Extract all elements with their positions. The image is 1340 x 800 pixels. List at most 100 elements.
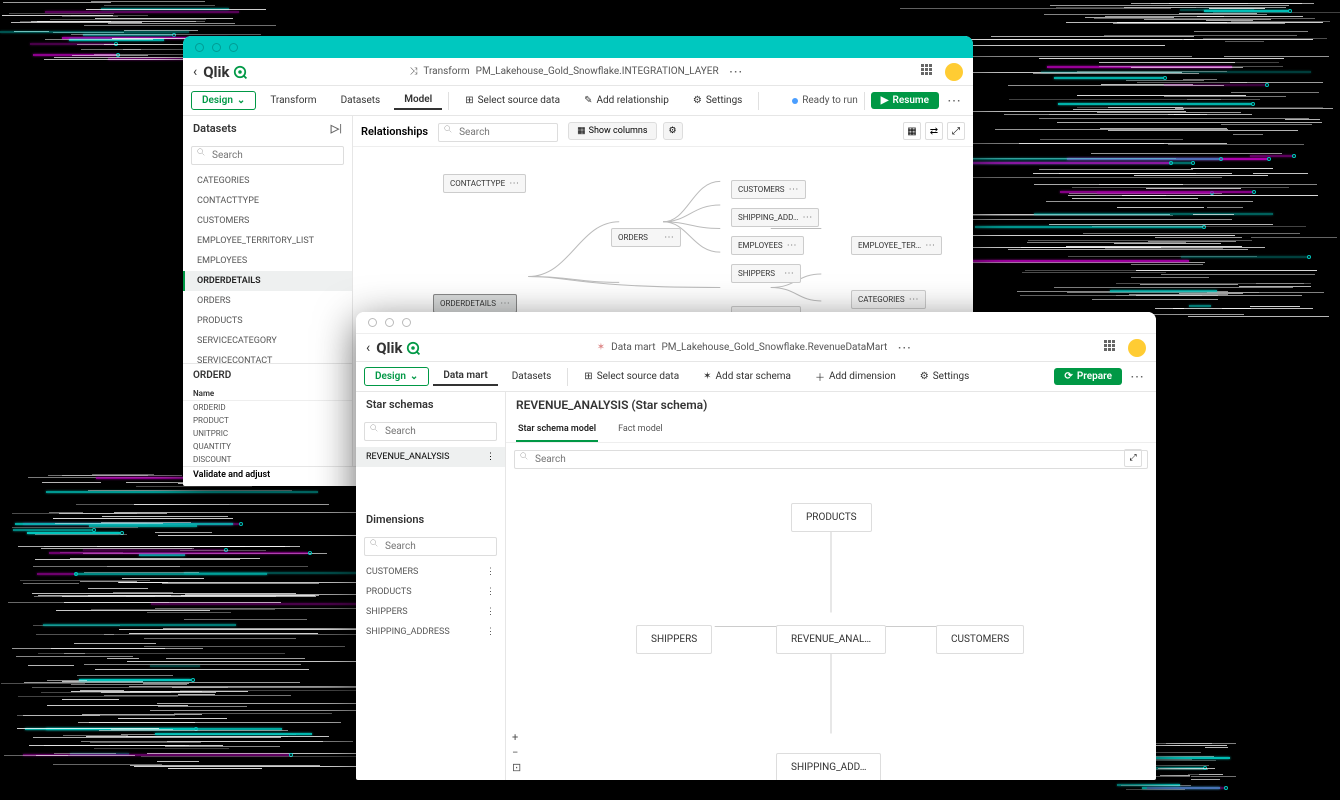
context-type: Transform [423,66,469,77]
tab-datamart[interactable]: Data mart [433,367,497,386]
zoom-fit-icon[interactable]: ⊡ [512,761,521,774]
window-controls[interactable] [195,43,238,52]
more-icon[interactable]: ⋮ [486,607,495,617]
context-more-icon[interactable]: ⋯ [725,64,747,80]
more-icon[interactable]: ⋯ [909,294,919,305]
more-icon[interactable]: ⋯ [500,298,510,309]
tab-transform[interactable]: Transform [260,92,326,109]
more-icon[interactable]: ⋯ [787,240,797,251]
dataset-item-servicecategory[interactable]: SERVICECATEGORY [183,331,352,351]
dim-search [364,534,497,556]
node-orderdetails[interactable]: ORDERDETAILS⋯ [433,294,517,313]
pen-icon: ✎ [584,95,592,106]
more-icon[interactable]: ⋯ [784,268,794,279]
snode-customers[interactable]: CUSTOMERS [936,625,1024,654]
back-button[interactable]: ‹ [193,64,197,80]
more-icon[interactable]: ⋮ [486,452,495,462]
more-icon[interactable]: ⋯ [509,178,519,189]
toolbar: Design ⌄ Transform Datasets Model ⊞Selec… [183,86,973,116]
dataset-item-products[interactable]: PRODUCTS [183,311,352,331]
dataset-item-contacttype[interactable]: CONTACTTYPE [183,191,352,211]
dataset-item-categories[interactable]: CATEGORIES [183,171,352,191]
more-icon[interactable]: ⋯ [664,232,674,243]
add-relationship-button[interactable]: ✎Add relationship [574,92,679,109]
expand-icon[interactable]: ⤢ [1124,449,1142,467]
layout-grid-icon[interactable]: ▦ [903,122,921,140]
design-mode-button[interactable]: Design ⌄ [364,367,429,386]
more-icon[interactable]: ⋮ [486,567,495,577]
select-source-button[interactable]: ⊞Select source data [455,92,570,109]
snode-shippers[interactable]: SHIPPERS [636,625,712,654]
avatar[interactable] [1128,339,1146,357]
node-shippers[interactable]: SHIPPERS⋯ [731,264,801,283]
status-indicator: Ready to run [792,95,858,106]
layout-tree-icon[interactable]: ⇄ [925,122,943,140]
dataset-item-servicecontact[interactable]: SERVICECONTACT [183,351,352,363]
resume-button[interactable]: ▶ Resume [871,92,939,109]
dim-title: Dimensions [366,513,424,526]
more-icon[interactable]: ⋮ [486,587,495,597]
tab-fact-model[interactable]: Fact model [616,418,665,442]
node-customers[interactable]: CUSTOMERS⋯ [731,180,806,199]
node-contacttype[interactable]: CONTACTTYPE⋯ [443,174,526,193]
node-empterr[interactable]: EMPLOYEE_TER…⋯ [851,236,942,255]
zoom-out-icon[interactable]: − [512,746,521,759]
dataset-item-employee_territory_list[interactable]: EMPLOYEE_TERRITORY_LIST [183,231,352,251]
window-controls[interactable] [368,318,411,327]
schema-search-input[interactable] [514,450,1148,469]
tab-model[interactable]: Model [394,91,442,110]
dataset-item-orderdetails[interactable]: ORDERDETAILS [183,271,352,291]
zoom-in-icon[interactable]: + [512,731,521,744]
star-search-input[interactable] [364,422,497,441]
dim-search-input[interactable] [364,537,497,556]
datasets-pane: Datasets ▷| CATEGORIESCONTACTTYPECUSTOMER… [183,116,353,466]
dim-item-shippers[interactable]: SHIPPERS⋮ [356,602,505,622]
show-columns-button[interactable]: ▦ Show columns [568,122,656,140]
dim-item-customers[interactable]: CUSTOMERS⋮ [356,562,505,582]
snode-products[interactable]: PRODUCTS [791,503,872,532]
rel-search-input[interactable] [438,123,558,142]
more-icon[interactable]: ⋯ [789,184,799,195]
settings-button[interactable]: ⚙Settings [683,92,752,109]
star-item-revenue[interactable]: REVENUE_ANALYSIS⋮ [356,447,505,467]
grid-menu-icon[interactable] [921,64,937,80]
node-shipping[interactable]: SHIPPING_ADD…⋯ [731,208,819,227]
expand-icon[interactable]: ⤢ [947,122,965,140]
dataset-item-employees[interactable]: EMPLOYEES [183,251,352,271]
add-dimension-button[interactable]: ＋Add dimension [805,366,906,387]
tab-datasets[interactable]: Datasets [502,368,562,385]
tab-datasets[interactable]: Datasets [331,92,391,109]
more-icon[interactable]: ⋯ [925,240,935,251]
snode-shipping[interactable]: SHIPPING_ADD… [776,753,881,780]
context-more-icon[interactable]: ⋯ [893,340,915,356]
toolbar-more-icon[interactable]: ⋯ [943,93,965,109]
node-categories[interactable]: CATEGORIES⋯ [851,290,926,309]
datasets-title: Datasets [193,122,237,135]
toolbar-more-icon[interactable]: ⋯ [1126,369,1148,385]
more-icon[interactable]: ⋮ [486,627,495,637]
tab-star-model[interactable]: Star schema model [516,418,598,442]
dataset-item-customers[interactable]: CUSTOMERS [183,211,352,231]
zoom-controls: + − ⊡ [512,731,521,774]
add-star-button[interactable]: ✶Add star schema [693,368,801,385]
dataset-item-orders[interactable]: ORDERS [183,291,352,311]
snode-revenue[interactable]: REVENUE_ANAL… [776,625,886,654]
prepare-button[interactable]: ⟳ Prepare [1054,368,1122,385]
window-datamart: ‹ Qlik ✶ Data mart PM_Lakehouse_Gold_Sno… [356,312,1156,780]
gear-chip-icon[interactable]: ⚙ [663,122,683,140]
star-schema-canvas[interactable]: PRODUCTS SHIPPERS REVENUE_ANAL… CUSTOMER… [506,473,1156,780]
collapse-icon[interactable]: ▷| [331,122,342,135]
node-orders[interactable]: ORDERS⋯ [611,228,681,247]
more-icon[interactable]: ⋯ [802,212,812,223]
design-mode-button[interactable]: Design ⌄ [191,91,256,110]
dim-item-products[interactable]: PRODUCTS⋮ [356,582,505,602]
select-source-button[interactable]: ⊞Select source data [574,368,689,385]
datasets-search-input[interactable] [191,146,344,165]
node-employees[interactable]: EMPLOYEES⋯ [731,236,804,255]
grid-menu-icon[interactable] [1104,340,1120,356]
avatar[interactable] [945,63,963,81]
settings-button[interactable]: ⚙Settings [910,368,979,385]
back-button[interactable]: ‹ [366,340,370,356]
context-path: PM_Lakehouse_Gold_Snowflake.INTEGRATION_… [476,66,719,77]
dim-item-shipping_address[interactable]: SHIPPING_ADDRESS⋮ [356,622,505,642]
